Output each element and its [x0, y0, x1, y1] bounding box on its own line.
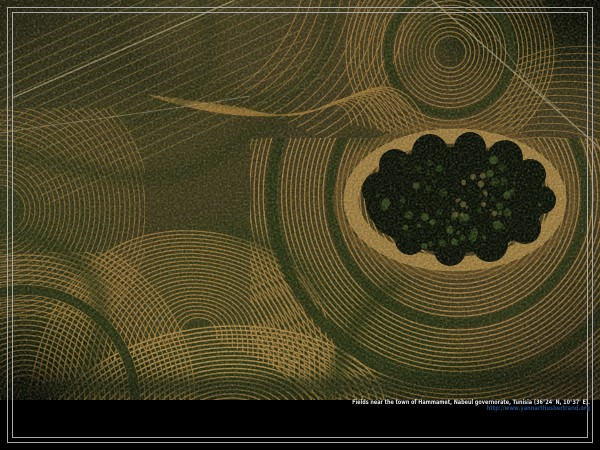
aerial-photo-scene — [0, 0, 600, 400]
aerial-photo — [0, 0, 600, 400]
desktop-wallpaper: Fields near the town of Hammamet, Nabeul… — [0, 0, 600, 450]
photo-caption: Fields near the town of Hammamet, Nabeul… — [0, 399, 590, 412]
caption-credit-url: http://www.yannarthusbertrand.org — [89, 406, 591, 412]
